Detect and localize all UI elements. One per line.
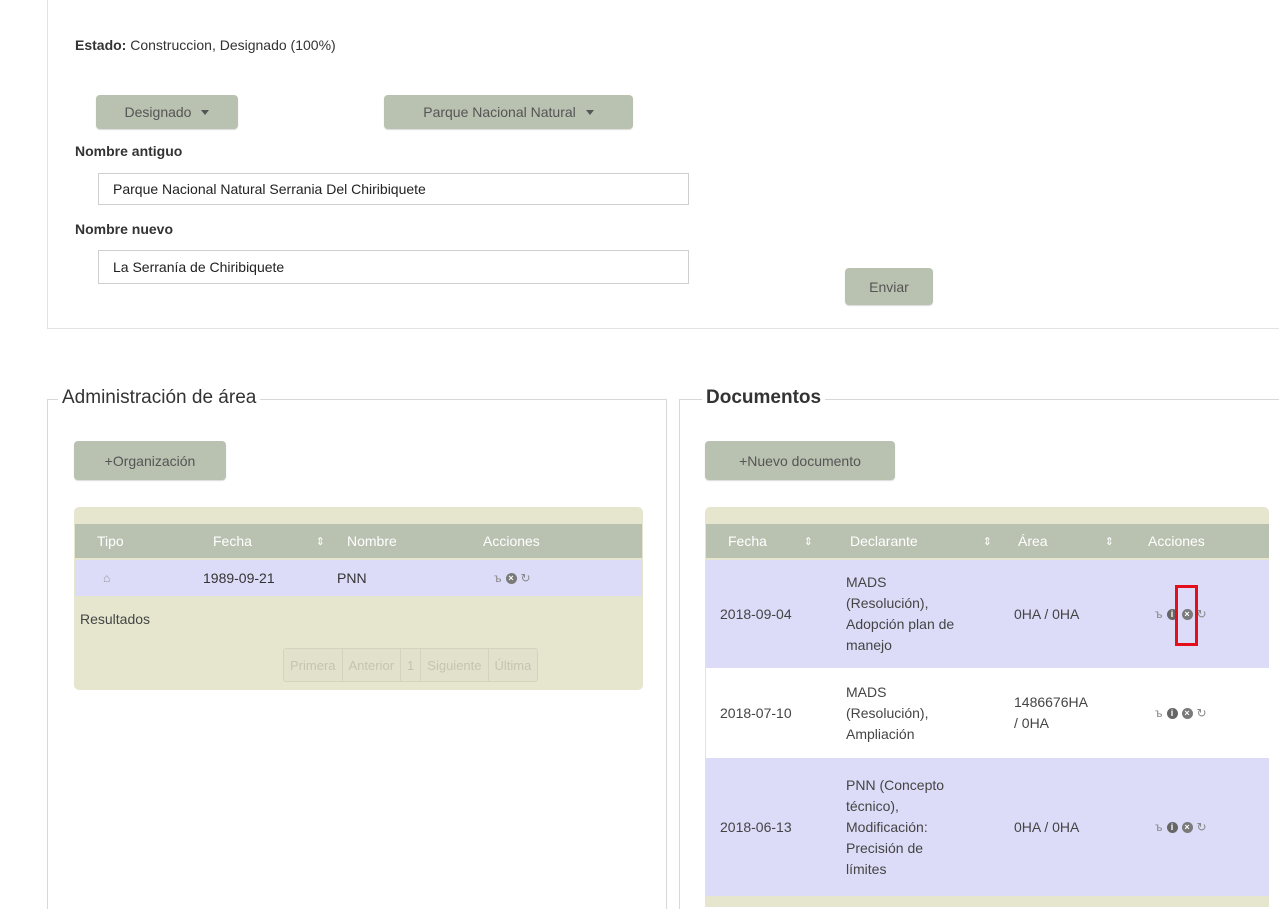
column-label: Acciones [483, 533, 540, 549]
pager-last[interactable]: Última [489, 649, 538, 681]
row-area: 1486676HA / 0HA [1014, 668, 1088, 758]
declarant-line: MADS [846, 574, 887, 590]
pager-next[interactable]: Siguiente [421, 649, 489, 681]
column-header-acciones: Acciones [483, 524, 540, 558]
key-icon[interactable]: ъ [1155, 706, 1163, 720]
declarant-line: técnico), [846, 797, 899, 814]
delete-icon[interactable]: × [505, 572, 517, 584]
sort-icon: ⇕ [982, 535, 992, 548]
column-label: Nombre [347, 533, 397, 549]
refresh-icon[interactable]: ↻ [1197, 607, 1207, 621]
column-label: Área [1018, 533, 1048, 549]
row-name: PNN [337, 570, 367, 586]
chevron-down-icon [585, 109, 594, 115]
declarant-line: Modificación: [846, 818, 928, 835]
admin-title: Administración de área [58, 387, 261, 409]
pager-previous[interactable]: Anterior [343, 649, 402, 681]
delete-icon[interactable]: × [1181, 608, 1193, 620]
declarant-line: manejo [846, 637, 892, 653]
column-label: Fecha [213, 533, 252, 549]
sort-icon: ⇕ [1104, 535, 1114, 548]
column-header-area[interactable]: Área ⇕ [1018, 524, 1114, 558]
declarant-line: Ampliación [846, 725, 915, 742]
submit-button[interactable]: Enviar [845, 268, 933, 305]
refresh-icon[interactable]: ↻ [1197, 706, 1207, 720]
row-actions: ъ i × ↻ [1155, 560, 1207, 668]
column-header-nombre[interactable]: Nombre [347, 524, 397, 558]
column-header-fecha[interactable]: Fecha ⇕ [728, 524, 813, 558]
key-icon[interactable]: ъ [1155, 607, 1163, 621]
row-date: 2018-09-04 [720, 606, 792, 622]
row-area: 0HA / 0HA [1014, 606, 1080, 622]
documents-title: Documentos [702, 387, 826, 409]
column-header-fecha[interactable]: Fecha ⇕ [213, 524, 325, 558]
documents-table-header: Fecha ⇕ Declarante ⇕ Área ⇕ Acciones [706, 524, 1269, 558]
row-declarant: MADS (Resolución), Adopción plan de mane… [846, 560, 954, 668]
table-row: ⌂ 1989-09-21 PNN ъ × ↻ [75, 560, 642, 596]
declarant-line: (Resolución), [846, 704, 929, 721]
delete-icon[interactable]: × [1181, 707, 1193, 719]
tipo-select[interactable]: Parque Nacional Natural [384, 95, 633, 129]
row-actions: ъ i × ↻ [1155, 758, 1207, 896]
key-icon[interactable]: ъ [1155, 820, 1163, 834]
declarant-line: MADS [846, 683, 887, 700]
declarant-line: límites [846, 860, 887, 877]
row-date: 1989-09-21 [203, 570, 275, 586]
add-document-button[interactable]: +Nuevo documento [705, 441, 895, 480]
key-icon[interactable]: ъ [494, 571, 502, 585]
column-header-acciones: Acciones [1148, 524, 1205, 558]
estado-select[interactable]: Designado [96, 95, 238, 129]
row-declarant: PNN (Concepto técnico), Modificación: Pr… [846, 758, 944, 896]
declarant-line: Precisión de [846, 839, 924, 856]
row-actions: ъ × ↻ [494, 560, 531, 596]
sort-icon: ⇕ [803, 535, 813, 548]
declarant-line: Adopción plan de [846, 616, 955, 632]
tipo-select-value: Parque Nacional Natural [423, 104, 576, 120]
column-header-tipo[interactable]: Tipo [97, 524, 124, 558]
refresh-icon[interactable]: ↻ [1197, 820, 1207, 834]
old-name-input[interactable] [98, 173, 689, 205]
pager-page-1[interactable]: 1 [401, 649, 422, 681]
refresh-icon[interactable]: ↻ [521, 571, 531, 585]
results-label: Resultados [80, 611, 151, 627]
column-label: Fecha [728, 533, 767, 549]
old-name-label: Nombre antiguo [75, 143, 183, 159]
row-date: 2018-07-10 [720, 705, 792, 721]
status-line: Estado: Construccion, Designado (100%) [75, 37, 336, 53]
delete-icon[interactable]: × [1181, 821, 1193, 833]
row-area: 0HA / 0HA [1014, 819, 1080, 835]
column-header-declarante[interactable]: Declarante ⇕ [850, 524, 992, 558]
row-date: 2018-06-13 [720, 819, 792, 835]
area-line: 1486676HA [1014, 694, 1088, 710]
column-label: Declarante [850, 533, 918, 549]
column-label: Acciones [1148, 533, 1205, 549]
table-row: 2018-07-10 MADS (Resolución), Ampliación… [706, 668, 1269, 758]
table-row: 2018-09-04 MADS (Resolución), Adopción p… [706, 560, 1269, 668]
declarant-line: (Resolución), [846, 595, 929, 611]
area-line: / 0HA [1014, 715, 1050, 731]
info-icon[interactable]: i [1166, 608, 1178, 620]
pagination: Primera Anterior 1 Siguiente Última [283, 648, 539, 682]
info-icon[interactable]: i [1166, 707, 1178, 719]
chevron-down-icon [201, 109, 210, 115]
admin-table-header: Tipo Fecha ⇕ Nombre Acciones [75, 524, 642, 558]
add-organization-button[interactable]: +Organización [74, 441, 226, 480]
row-declarant: MADS (Resolución), Ampliación [846, 668, 928, 758]
info-icon[interactable]: i [1166, 821, 1178, 833]
status-label: Estado: [75, 37, 127, 53]
new-name-label: Nombre nuevo [75, 221, 174, 237]
row-actions: ъ i × ↻ [1155, 668, 1207, 758]
table-row: 2018-06-13 PNN (Concepto técnico), Modif… [706, 758, 1269, 896]
declarant-line: PNN (Concepto [846, 776, 945, 793]
column-label: Tipo [97, 533, 124, 549]
new-name-input[interactable] [98, 250, 689, 284]
pager-first[interactable]: Primera [284, 649, 343, 681]
sort-icon: ⇕ [315, 535, 325, 548]
estado-select-value: Designado [124, 104, 192, 120]
status-value: Construccion, Designado (100%) [130, 37, 336, 53]
home-icon: ⌂ [103, 571, 111, 585]
